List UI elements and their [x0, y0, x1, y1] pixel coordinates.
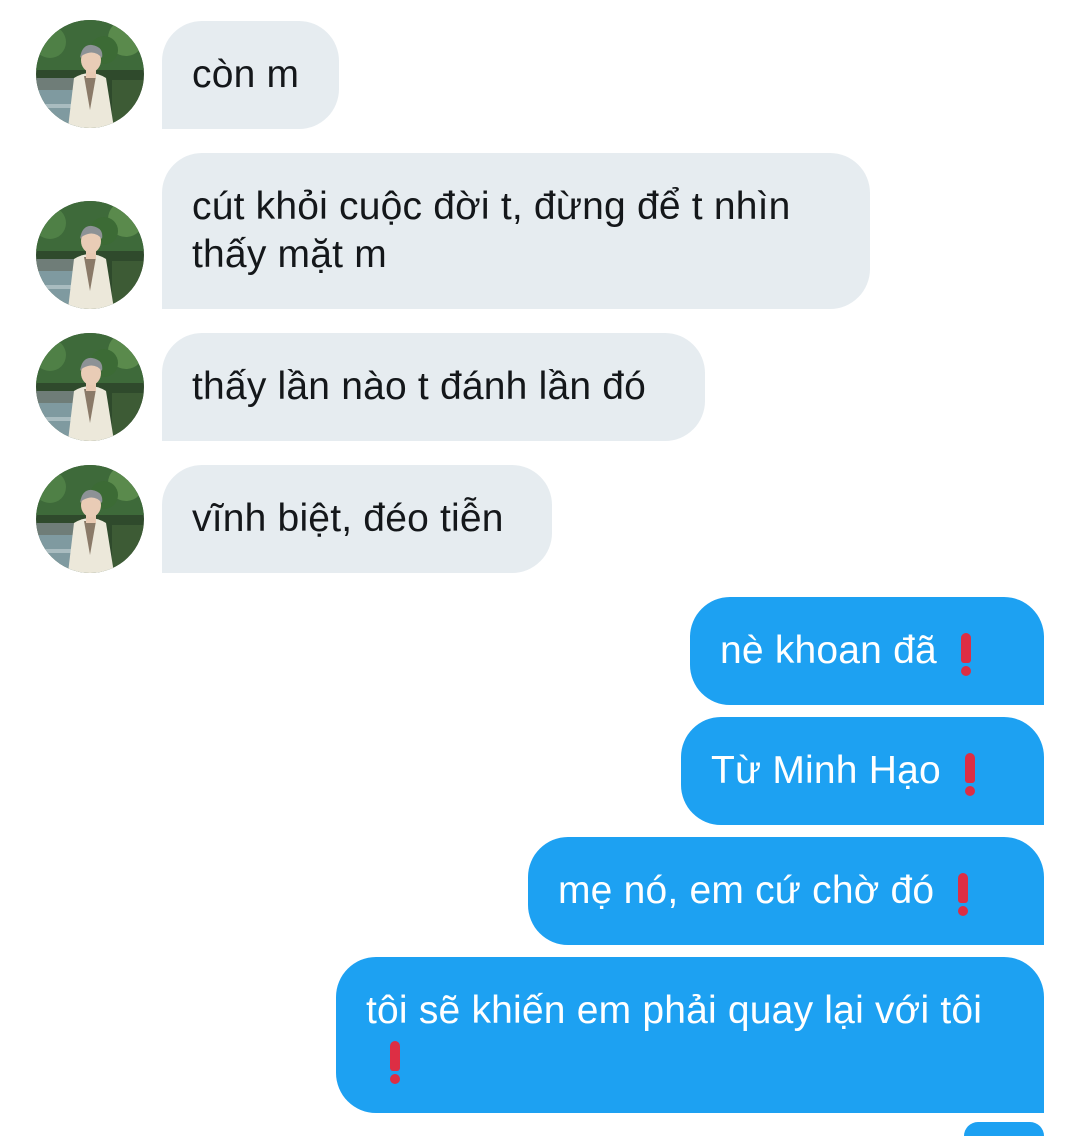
sender-avatar[interactable]: [36, 333, 144, 441]
message-text: còn m: [192, 53, 300, 96]
sender-avatar[interactable]: [36, 465, 144, 573]
profile-photo-icon: [36, 201, 144, 309]
profile-photo-icon: [36, 333, 144, 441]
outgoing-message[interactable]: nè khoan đã: [690, 597, 1044, 705]
message-text: Từ Minh Hạo: [711, 749, 941, 792]
incoming-message[interactable]: vĩnh biệt, đéo tiễn: [162, 465, 552, 573]
red-exclamation-icon: [390, 1035, 400, 1084]
message-text: vĩnh biệt, đéo tiễn: [192, 497, 504, 540]
profile-photo-icon: [36, 465, 144, 573]
outgoing-message[interactable]: Từ Minh Hạo: [681, 717, 1044, 825]
outgoing-message[interactable]: tôi sẽ khiến em phải quay lại với tôi: [336, 957, 1044, 1113]
message-thread: còn m cút khỏi cuộc đời t, đừng để t nhì…: [0, 0, 1080, 1136]
red-exclamation-icon: [960, 627, 971, 676]
incoming-message[interactable]: thấy lần nào t đánh lần đó: [162, 333, 705, 441]
red-exclamation-icon: [958, 867, 969, 916]
message-text: thấy lần nào t đánh lần đó: [192, 365, 647, 408]
profile-photo-icon: [36, 20, 144, 128]
incoming-message[interactable]: cút khỏi cuộc đời t, đừng để t nhìn thấy…: [162, 153, 870, 309]
sender-avatar[interactable]: [36, 201, 144, 309]
outgoing-message[interactable]: mẹ nó, em cứ chờ đó: [528, 837, 1044, 945]
message-text: cút khỏi cuộc đời t, đừng để t nhìn thấy…: [192, 185, 791, 276]
red-exclamation-icon: [964, 747, 975, 796]
message-text: tôi sẽ khiến em phải quay lại với tôi: [366, 989, 983, 1032]
message-text: nè khoan đã: [720, 629, 937, 672]
message-text: mẹ nó, em cứ chờ đó: [558, 869, 935, 912]
sender-avatar[interactable]: [36, 20, 144, 128]
incoming-message[interactable]: còn m: [162, 21, 339, 129]
next-outgoing-message-edge: [964, 1122, 1044, 1136]
